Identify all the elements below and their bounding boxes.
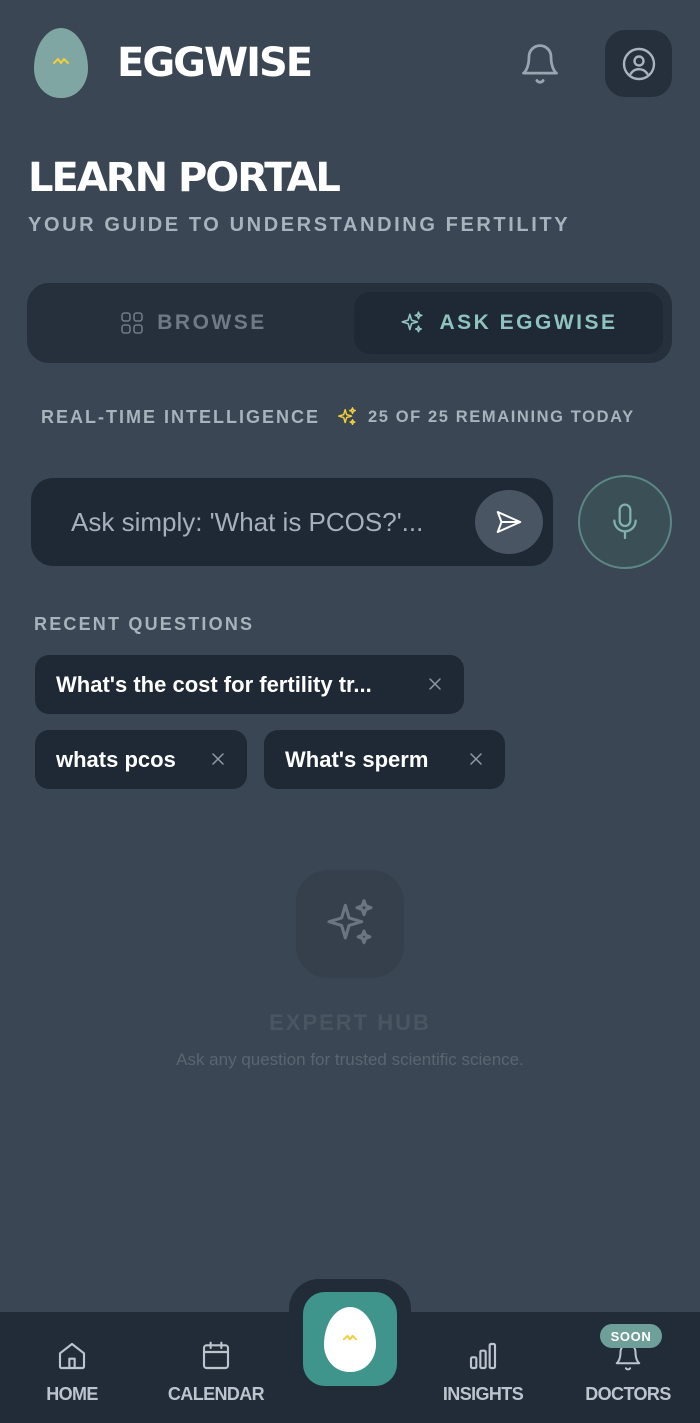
- tab-ask-eggwise[interactable]: ASK EGGWISE: [354, 292, 663, 354]
- brand-name: EGGWISE: [117, 40, 313, 86]
- recent-question-chip[interactable]: What's the cost for fertility tr...: [35, 655, 464, 714]
- user-circle-icon: [622, 47, 655, 80]
- mode-tabs: BROWSE ASK EGGWISE: [27, 283, 672, 363]
- soon-badge: SOON: [600, 1324, 662, 1348]
- nav-insights[interactable]: INSIGHTS: [413, 1336, 553, 1405]
- bell-icon: [522, 44, 558, 84]
- learn-portal-screen: EGGWISE LEARN PORTAL YOUR GUIDE TO UNDER…: [0, 0, 700, 1423]
- send-button[interactable]: [475, 490, 543, 554]
- close-icon[interactable]: [211, 752, 225, 766]
- ask-box: [31, 478, 553, 566]
- tab-browse[interactable]: BROWSE: [36, 292, 352, 354]
- nav-home[interactable]: HOME: [2, 1336, 142, 1405]
- nav-calendar[interactable]: CALENDAR: [146, 1336, 286, 1405]
- center-action-wrap: [289, 1279, 411, 1389]
- egg-icon: [324, 1306, 376, 1372]
- nav-calendar-label: CALENDAR: [167, 1384, 265, 1404]
- nav-home-label: HOME: [46, 1384, 98, 1404]
- bar-chart-icon: [469, 1342, 497, 1370]
- tab-browse-label: BROWSE: [157, 311, 267, 334]
- recent-question-text: whats pcos: [56, 746, 176, 772]
- usage-status: REAL-TIME INTELLIGENCE 25 OF 25 REMAININ…: [41, 406, 671, 428]
- profile-button[interactable]: [605, 30, 672, 97]
- remaining-count: 25 OF 25 REMAINING TODAY: [368, 407, 635, 426]
- center-egg-button[interactable]: [303, 1292, 397, 1386]
- sparkles-icon: [401, 311, 424, 333]
- microphone-icon: [613, 503, 637, 540]
- page-subtitle: YOUR GUIDE TO UNDERSTANDING FERTILITY: [28, 214, 571, 236]
- home-icon: [58, 1342, 86, 1370]
- grid-icon: [121, 312, 144, 334]
- ask-input[interactable]: [71, 502, 461, 542]
- close-icon[interactable]: [428, 677, 442, 691]
- recent-question-text: What's sperm: [285, 746, 429, 772]
- recent-question-chip[interactable]: What's sperm: [264, 730, 505, 789]
- page-title: LEARN PORTAL: [28, 155, 341, 201]
- close-icon[interactable]: [469, 752, 483, 766]
- nav-insights-label: INSIGHTS: [442, 1384, 524, 1404]
- recent-question-text: What's the cost for fertility tr...: [56, 671, 372, 697]
- realtime-intelligence-label: REAL-TIME INTELLIGENCE: [41, 406, 320, 427]
- voice-input-button[interactable]: [578, 475, 672, 569]
- recent-question-chip[interactable]: whats pcos: [35, 730, 247, 789]
- expert-hub-title: EXPERT HUB: [269, 1010, 431, 1035]
- expert-hub-description: Ask any question for trusted scientific …: [176, 1050, 524, 1069]
- expert-hub-sparkles-icon: [296, 870, 404, 978]
- nav-doctors-label: DOCTORS: [585, 1384, 671, 1404]
- sparkle-icon: [336, 406, 358, 428]
- tab-ask-eggwise-label: ASK EGGWISE: [439, 311, 618, 334]
- send-icon: [496, 511, 522, 533]
- calendar-icon: [202, 1341, 230, 1370]
- notifications-button[interactable]: [518, 42, 562, 86]
- eggwise-logo-icon: [34, 28, 88, 98]
- recent-questions-label: RECENT QUESTIONS: [34, 614, 255, 634]
